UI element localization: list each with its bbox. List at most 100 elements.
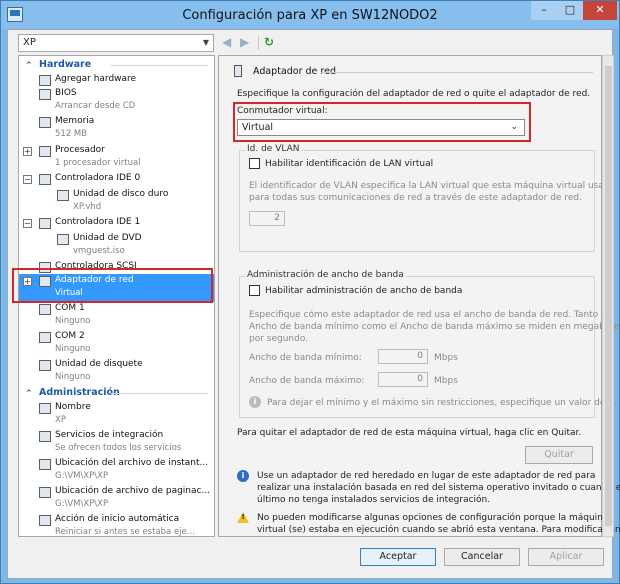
tree-item-sub: 1 procesador virtual — [55, 158, 141, 168]
bandwidth-hint: Para dejar el mínimo y el máximo sin res… — [267, 398, 617, 408]
toolbar-divider — [258, 36, 259, 50]
panel-scrollbar[interactable] — [602, 55, 614, 537]
tree-item-processor[interactable]: + Procesador 1 procesador virtual — [19, 144, 214, 172]
controller-icon — [39, 218, 51, 229]
close-button[interactable]: ✕ — [583, 1, 617, 20]
autostart-icon — [39, 515, 51, 526]
com-port-icon — [39, 332, 51, 343]
folder-icon — [39, 487, 51, 498]
section-hardware[interactable]: Hardware — [19, 58, 214, 73]
tree-item-dvd[interactable]: Unidad de DVD vmguest.iso — [19, 232, 214, 260]
ok-button[interactable]: Aceptar — [360, 548, 436, 566]
tree-item-integration-services[interactable]: Servicios de integración Se ofrecen todo… — [19, 429, 214, 457]
floppy-icon — [39, 360, 51, 371]
vlan-desc-line1: El identificador de VLAN especifica la L… — [249, 181, 614, 191]
network-adapter-icon — [234, 65, 242, 77]
name-icon — [39, 403, 51, 414]
vlan-checkbox[interactable] — [249, 158, 260, 169]
tree-item-label: BIOS — [55, 88, 77, 98]
tree-item-memory[interactable]: Memoria 512 MB — [19, 115, 214, 143]
minimize-button[interactable]: – — [531, 1, 557, 20]
collapse-icon[interactable]: − — [23, 175, 32, 184]
tree-item-sub: Arrancar desde CD — [55, 101, 136, 111]
tree-item-paging-location[interactable]: Ubicación de archivo de paginac... G:\VM… — [19, 485, 214, 513]
max-bandwidth-input[interactable]: 0 — [378, 372, 428, 387]
tree-item-floppy[interactable]: Unidad de disquete Ninguno — [19, 358, 214, 386]
tree-item-label: Unidad de DVD — [73, 233, 142, 243]
dvd-icon — [57, 234, 69, 245]
tree-item-sub: Se ofrecen todos los servicios — [55, 443, 182, 453]
controller-icon — [39, 174, 51, 185]
bandwidth-checkbox[interactable] — [249, 285, 260, 296]
forward-arrow-icon[interactable]: ▶ — [240, 35, 249, 49]
bandwidth-group-label: Administración de ancho de banda — [245, 270, 406, 280]
folder-icon — [39, 459, 51, 470]
client-area: XP ▼ ◀ ▶ ↻ Hardware Agregar hardware BIO… — [7, 29, 620, 579]
bios-icon — [39, 89, 51, 100]
scrollbar-thumb[interactable] — [605, 66, 612, 526]
integration-services-icon — [39, 431, 51, 442]
legacy-note-line3: último no tenga instalados servicios de … — [257, 495, 491, 505]
tree-item-label: Unidad de disquete — [55, 359, 143, 369]
vlan-checkbox-label: Habilitar identificación de LAN virtual — [265, 159, 434, 169]
tree-item-sub: Reiniciar si antes se estaba eje... — [55, 527, 195, 537]
tree-item-hard-disk[interactable]: Unidad de disco duro XP.vhd — [19, 188, 214, 216]
vlan-group-label: Id. de VLAN — [245, 144, 302, 154]
tree-item-sub: vmguest.iso — [73, 246, 125, 256]
bandwidth-desc-line3: por segundo. — [249, 334, 309, 344]
tree-item-autostart[interactable]: Acción de inicio automática Reiniciar si… — [19, 513, 214, 537]
com-port-icon — [39, 304, 51, 315]
add-hardware-icon — [39, 75, 51, 86]
tree-item-label: Ubicación de archivo de paginac... — [55, 486, 211, 496]
tree-item-label: Ubicación del archivo de instant... — [55, 458, 209, 468]
tree-item-label: Procesador — [55, 145, 105, 155]
processor-icon — [39, 146, 51, 157]
min-bandwidth-input[interactable]: 0 — [378, 349, 428, 364]
info-icon: i — [249, 396, 261, 408]
vlan-desc-line2: para todas sus comunicaciones de red a t… — [249, 193, 582, 203]
section-administration[interactable]: Administración — [19, 386, 214, 401]
tree-item-sub: XP.vhd — [73, 202, 102, 212]
tree-item-sub: XP — [55, 415, 66, 425]
refresh-icon[interactable]: ↻ — [264, 35, 274, 49]
tree-item-label: Memoria — [55, 116, 95, 126]
expand-icon[interactable]: + — [23, 147, 32, 156]
tree-item-sub: 512 MB — [55, 129, 88, 139]
collapse-icon[interactable]: − — [23, 219, 32, 228]
tree-item-sub: Ninguno — [55, 372, 91, 382]
tree-item-com1[interactable]: COM 1 Ninguno — [19, 302, 214, 330]
window-title: Configuración para XP en SW12NODO2 — [182, 8, 438, 23]
warning-note-line2: virtual (se) estaba en ejecución cuando … — [257, 525, 620, 535]
maximize-button[interactable]: □ — [557, 1, 583, 20]
vlan-id-input[interactable]: 2 — [249, 211, 285, 226]
bandwidth-group — [239, 276, 595, 418]
min-bandwidth-unit: Mbps — [434, 353, 458, 363]
tree-item-label: Agregar hardware — [55, 74, 137, 84]
settings-panel: Adaptador de red Especifique la configur… — [218, 55, 620, 537]
bandwidth-checkbox-label: Habilitar administración de ancho de ban… — [265, 286, 463, 296]
title-divider — [321, 72, 593, 73]
tree-item-bios[interactable]: BIOS Arrancar desde CD — [19, 87, 214, 115]
intro-text: Especifique la configuración del adaptad… — [237, 89, 591, 99]
tree-item-name[interactable]: Nombre XP — [19, 401, 214, 429]
apply-button[interactable]: Aplicar — [528, 548, 604, 566]
legacy-note-line1: Use un adaptador de red heredado en luga… — [257, 471, 596, 481]
cancel-button[interactable]: Cancelar — [444, 548, 520, 566]
max-bandwidth-unit: Mbps — [434, 376, 458, 386]
tree-item-com2[interactable]: COM 2 Ninguno — [19, 330, 214, 358]
vm-selector-value: XP — [23, 37, 36, 48]
remove-button[interactable]: Quitar — [525, 446, 593, 464]
bandwidth-desc-line1: Especifique cómo este adaptador de red u… — [249, 310, 610, 320]
warning-note-line1: No pueden modificarse algunas opciones d… — [257, 513, 609, 523]
max-bandwidth-label: Ancho de banda máximo: — [249, 376, 365, 386]
tree-item-sub: G:\VM\XP\XP — [55, 499, 109, 509]
title-bar[interactable]: Configuración para XP en SW12NODO2 – □ ✕ — [1, 1, 619, 29]
back-arrow-icon[interactable]: ◀ — [222, 35, 231, 49]
info-icon: i — [237, 470, 249, 482]
tree-item-label: COM 1 — [55, 303, 85, 313]
min-bandwidth-label: Ancho de banda mínimo: — [249, 353, 362, 363]
vm-selector[interactable]: XP ▼ — [18, 34, 214, 52]
tree-item-snapshot-location[interactable]: Ubicación del archivo de instant... G:\V… — [19, 457, 214, 485]
tree-item-label: Nombre — [55, 402, 91, 412]
legacy-note-line2: realizar una instalación basada en red d… — [257, 483, 620, 493]
